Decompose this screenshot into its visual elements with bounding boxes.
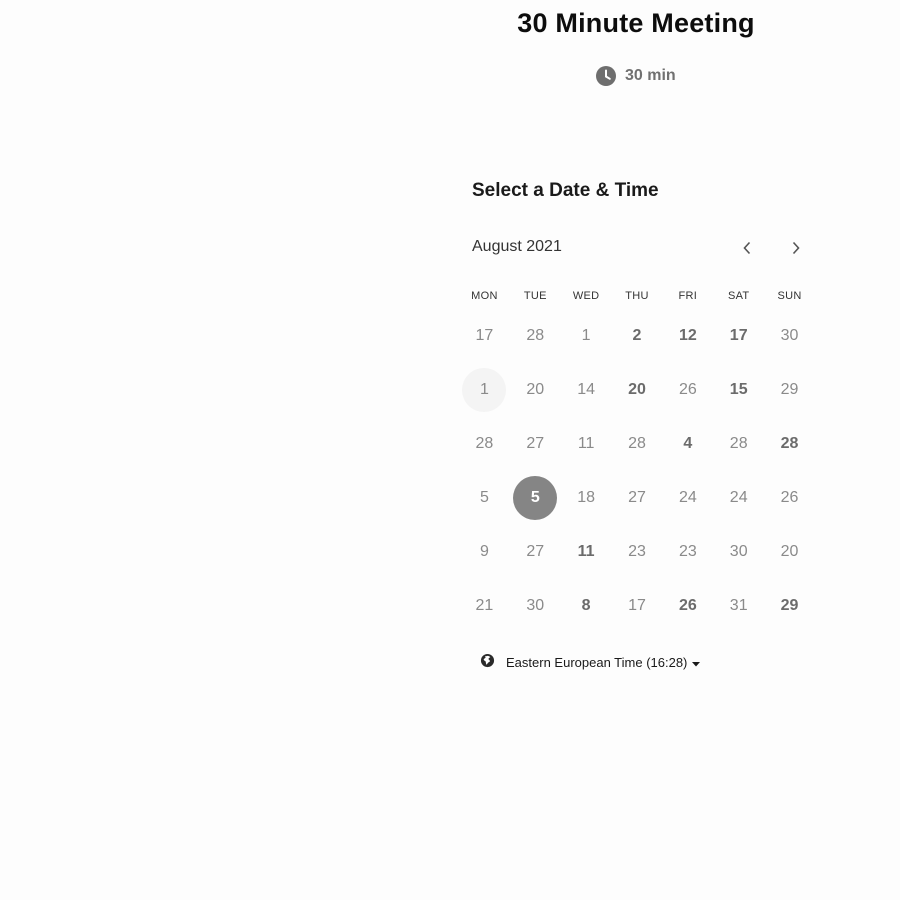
available-date-button[interactable]: 12 [666, 314, 710, 358]
weekday-label: SAT [727, 290, 750, 302]
calendar-day: 30 [780, 327, 799, 344]
calendar-day: 26 [678, 381, 697, 398]
globe-icon [480, 653, 495, 671]
calendar-day: 31 [729, 597, 748, 614]
available-date-button[interactable]: 11 [564, 530, 608, 574]
calendar-day: 21 [475, 597, 494, 614]
calendar-day: 30 [526, 597, 545, 614]
calendar-day: 26 [780, 489, 799, 506]
calendar-day: 28 [475, 435, 494, 452]
duration-label: 30 min [625, 67, 676, 84]
calendar-day: 17 [475, 327, 494, 344]
available-date-button[interactable]: 29 [768, 584, 812, 628]
calendar-day: 14 [577, 381, 596, 398]
calendar-day: 23 [678, 543, 697, 560]
weekday-label: FRI [678, 290, 698, 302]
weekday-label: MON [471, 290, 498, 302]
chevron-right-icon [792, 241, 800, 255]
calendar-day: 29 [780, 381, 799, 398]
event-duration: 30 min [596, 64, 676, 88]
calendar-day: 24 [678, 489, 697, 506]
available-date-button[interactable]: 28 [768, 422, 812, 466]
weekday-label: TUE [523, 290, 547, 302]
event-title: 30 Minute Meeting [517, 8, 755, 38]
next-month-button[interactable] [784, 236, 808, 260]
calendar-day: 20 [526, 381, 545, 398]
available-date-button[interactable]: 26 [666, 584, 710, 628]
available-date-button[interactable]: 8 [564, 584, 608, 628]
selected-date-button[interactable]: 5 [513, 476, 558, 520]
calendar-day: 28 [628, 435, 646, 452]
section-title: Select a Date & Time [472, 180, 659, 201]
calendar-day: 24 [729, 489, 748, 506]
timezone-selector[interactable]: Eastern European Time (16:28) [480, 652, 701, 672]
available-date-button[interactable]: 4 [666, 422, 710, 466]
available-date-button[interactable]: 2 [615, 314, 659, 358]
calendar-day: 27 [526, 543, 545, 560]
calendar-day: 30 [729, 543, 748, 560]
calendar-day: 9 [479, 543, 489, 560]
calendar-day: 28 [526, 327, 545, 344]
timezone-label: Eastern European Time (16:28) [506, 654, 688, 670]
chevron-left-icon [743, 241, 751, 255]
calendar-day: 18 [577, 489, 596, 506]
caret-down-icon [692, 655, 701, 670]
weekday-header: MON TUE WED THU FRI SAT SUN [459, 290, 815, 302]
calendar-day: 20 [780, 543, 799, 560]
available-date-button[interactable]: 20 [615, 368, 659, 412]
prev-month-button[interactable] [735, 236, 759, 260]
month-label: August 2021 [472, 238, 562, 255]
clock-icon [596, 66, 616, 86]
calendar-day: 23 [628, 543, 646, 560]
calendar-day: 27 [526, 435, 545, 452]
calendar-day: 11 [577, 435, 595, 452]
calendar-day: 1 [462, 368, 507, 412]
weekday-label: SUN [777, 290, 802, 302]
weekday-label: WED [572, 290, 600, 302]
calendar-day: 5 [479, 489, 489, 506]
calendar-day: 27 [628, 489, 646, 506]
calendar-day: 28 [729, 435, 748, 452]
calendar-day: 1 [581, 327, 591, 344]
calendar-grid: 17 28 1 2 12 17 30 1 20 14 20 26 15 29 28 27 11 28 4 28 28 5 5… [459, 309, 815, 633]
available-date-button[interactable]: 15 [717, 368, 761, 412]
available-date-button[interactable]: 17 [717, 314, 761, 358]
calendar-day: 17 [628, 597, 646, 614]
weekday-label: THU [625, 290, 649, 302]
